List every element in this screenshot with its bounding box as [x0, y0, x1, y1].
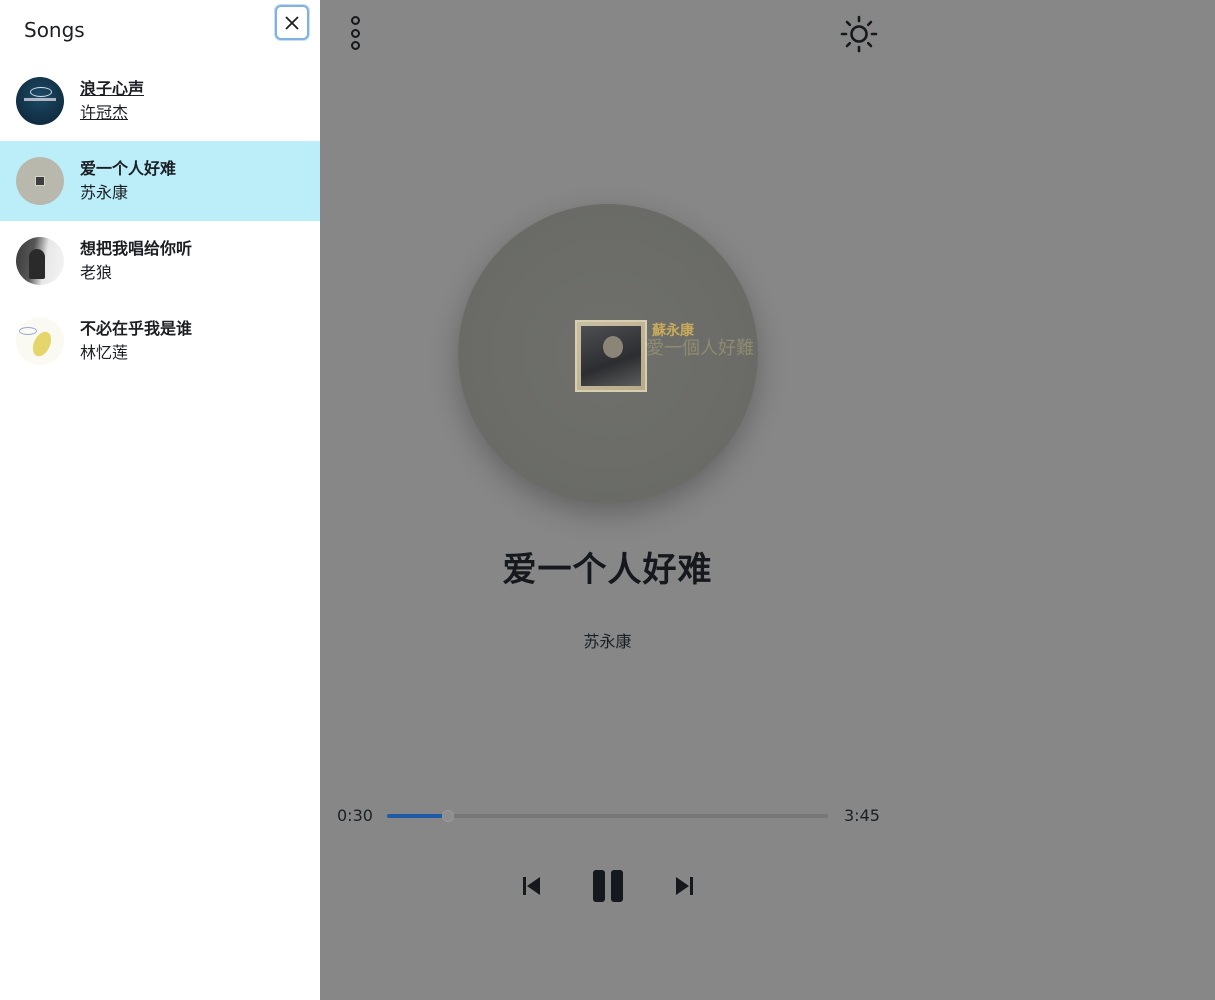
song-thumbnail: [16, 157, 64, 205]
song-thumbnail: [16, 317, 64, 365]
song-list-item[interactable]: 不必在乎我是谁 林忆莲: [0, 301, 320, 381]
song-item-artist: 苏永康: [80, 183, 129, 202]
song-item-artist: 林忆莲: [80, 343, 129, 362]
time-current: 0:30: [337, 806, 373, 825]
song-item-artist: 老狼: [80, 263, 113, 282]
drawer-header: Songs: [0, 0, 320, 64]
sun-icon: [840, 15, 878, 53]
song-list: 浪子心声 许冠杰 爱一个人好难 苏永康 想把我唱给你听 老狼 不必在乎我是谁 林…: [0, 61, 320, 381]
progress-slider[interactable]: [387, 810, 828, 822]
player-main: 蘇永康 愛一個人好難 爱一个人好难 苏永康 0:30 3:45: [320, 0, 895, 1000]
more-vertical-icon-dot: [350, 41, 360, 50]
next-button[interactable]: [669, 866, 699, 906]
album-cover-image: [575, 320, 647, 392]
now-playing-title: 爱一个人好难: [502, 550, 713, 590]
theme-toggle-button[interactable]: [839, 14, 879, 54]
song-item-title: 爱一个人好难: [80, 159, 177, 178]
close-drawer-button[interactable]: [275, 5, 309, 40]
album-cover-title: 愛一個人好難: [646, 338, 754, 360]
song-item-title: 不必在乎我是谁: [80, 319, 193, 338]
song-item-artist: 许冠杰: [80, 103, 129, 122]
album-art-disc: 蘇永康 愛一個人好難: [458, 204, 758, 504]
songs-drawer: Songs 浪子心声 许冠杰 爱一个人好难 苏永康 想把我唱给你听 老狼 不必在…: [0, 0, 320, 1000]
time-total: 3:45: [844, 806, 880, 825]
song-list-item[interactable]: 浪子心声 许冠杰: [0, 61, 320, 141]
skip-next-icon: [676, 877, 693, 895]
song-list-item-active[interactable]: 爱一个人好难 苏永康: [0, 141, 320, 221]
progress-fill: [387, 814, 446, 818]
progress-thumb[interactable]: [441, 810, 454, 822]
album-cover-text: 蘇永康 愛一個人好難: [646, 323, 758, 359]
now-playing-artist: 苏永康: [583, 632, 632, 651]
drawer-title: Songs: [24, 18, 85, 42]
previous-button[interactable]: [517, 866, 547, 906]
more-vertical-icon: [350, 16, 360, 25]
pause-icon: [593, 870, 623, 902]
song-item-title: 想把我唱给你听: [80, 239, 193, 258]
more-menu-button[interactable]: [346, 14, 364, 52]
song-list-item[interactable]: 想把我唱给你听 老狼: [0, 221, 320, 301]
skip-previous-icon: [523, 877, 540, 895]
more-vertical-icon-dot: [350, 28, 360, 38]
song-item-title: 浪子心声: [80, 79, 145, 98]
song-thumbnail: [16, 77, 64, 125]
song-thumbnail: [16, 237, 64, 285]
album-cover-artist: 蘇永康: [652, 323, 694, 339]
pause-button[interactable]: [588, 866, 628, 906]
close-icon: [285, 15, 299, 30]
